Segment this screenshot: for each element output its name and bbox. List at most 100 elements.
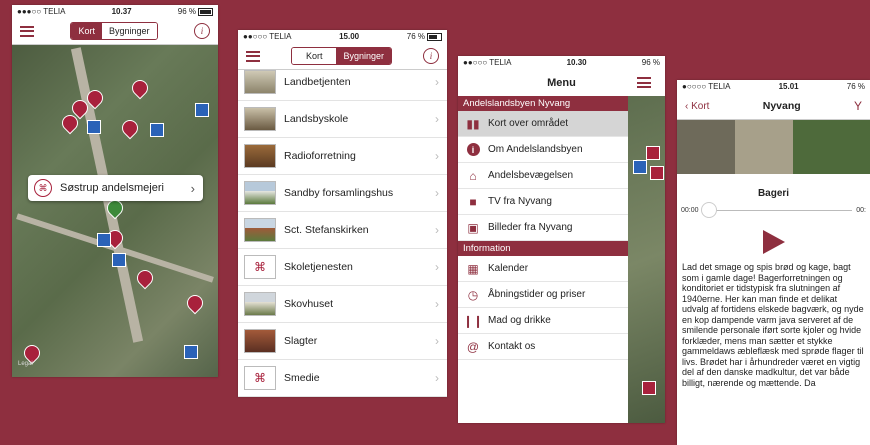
hamburger-menu-icon[interactable]	[20, 25, 34, 37]
map-pin[interactable]	[650, 166, 664, 180]
list-item-label: Skoletjenesten	[284, 261, 353, 273]
info-marker-icon[interactable]	[150, 123, 164, 137]
list-item[interactable]: Landsbyskole ›	[238, 101, 447, 138]
tab-buildings[interactable]: Bygninger	[101, 23, 157, 39]
map-view[interactable]: ⌘ Søstrup andelsmejeri › Legal	[12, 45, 218, 377]
list-item-label: Landbetjenten	[284, 76, 351, 88]
menu-title: Menu	[547, 76, 576, 89]
calendar-icon: ▦	[467, 261, 479, 276]
carrier: ●●○○○ TELIA	[463, 58, 512, 67]
logo-icon: ⌘	[244, 366, 276, 390]
list-item-label: Landsbyskole	[284, 113, 349, 125]
slider-knob[interactable]	[700, 202, 717, 218]
share-icon[interactable]: Y	[854, 99, 862, 113]
hamburger-menu-icon[interactable]	[637, 77, 651, 88]
tab-buildings[interactable]: Bygninger	[336, 48, 392, 64]
list-item-label: Smedie	[284, 372, 320, 384]
list-item[interactable]: Skovhuset ›	[238, 286, 447, 323]
menu-item-label: Andelsbevægelsen	[488, 170, 574, 181]
info-marker-icon[interactable]	[112, 253, 126, 267]
menu-item-label: TV fra Nyvang	[488, 196, 552, 207]
menu-item-map[interactable]: ▮▮ Kort over området	[458, 111, 628, 137]
list-item-label: Sct. Stefanskirken	[284, 224, 369, 236]
map-pin[interactable]	[646, 146, 660, 160]
map-pin[interactable]	[642, 381, 656, 395]
menu-item-hours[interactable]: ◷ Åbningstider og priser	[458, 282, 628, 308]
chevron-right-icon: ›	[435, 149, 439, 163]
map-pin[interactable]	[133, 266, 157, 290]
info-marker-icon[interactable]	[195, 103, 209, 117]
buildings-screen: ●●○○○ TELIA 15.00 76 % Kort Bygninger i …	[238, 30, 447, 397]
back-button[interactable]: ‹ Kort	[685, 101, 709, 112]
book-icon: ▮▮	[466, 116, 480, 131]
cutlery-icon: ❙❙	[462, 313, 484, 328]
thumbnail	[244, 70, 276, 94]
info-icon[interactable]: i	[422, 48, 439, 64]
battery-status: 76 %	[407, 32, 442, 41]
clock-icon: ◷	[467, 287, 479, 302]
chevron-right-icon: ›	[435, 186, 439, 200]
photo-strip[interactable]	[677, 120, 870, 174]
battery-status: 76 %	[847, 82, 865, 91]
menu-item-label: Kort over området	[488, 118, 569, 129]
chevron-right-icon: ›	[435, 334, 439, 348]
map-callout[interactable]: ⌘ Søstrup andelsmejeri ›	[28, 175, 203, 201]
battery-icon	[197, 7, 213, 16]
compass-icon[interactable]	[184, 345, 198, 359]
clock: 15.00	[339, 32, 360, 41]
menu-screen: ●●○○○ TELIA 10.30 96 % Menu Andelslandsb…	[458, 56, 665, 423]
menu-item-contact[interactable]: @ Kontakt os	[458, 334, 628, 360]
chevron-right-icon: ›	[435, 371, 439, 385]
list-item[interactable]: Slagter ›	[238, 323, 447, 360]
carrier: ●●●○○ TELIA	[17, 7, 66, 16]
clock: 10.37	[111, 7, 132, 16]
menu-item-movement[interactable]: ⌂ Andelsbevægelsen	[458, 163, 628, 189]
audio-slider[interactable]: 00:00 00:	[677, 202, 870, 218]
chevron-right-icon: ›	[435, 260, 439, 274]
list-item[interactable]: Sandby forsamlingshus ›	[238, 175, 447, 212]
map-pin[interactable]	[183, 291, 207, 315]
list-item[interactable]: Sct. Stefanskirken ›	[238, 212, 447, 249]
hamburger-menu-icon[interactable]	[246, 50, 260, 62]
thumbnail	[244, 144, 276, 168]
chevron-right-icon: ›	[435, 75, 439, 89]
page-title: Nyvang	[762, 100, 801, 112]
chevron-right-icon: ›	[435, 112, 439, 126]
list-item[interactable]: Radioforretning ›	[238, 138, 447, 175]
menu-item-food[interactable]: ❙❙ Mad og drikke	[458, 308, 628, 334]
info-marker-icon[interactable]	[633, 160, 647, 174]
back-label: Kort	[691, 100, 710, 112]
info-icon[interactable]: i	[193, 23, 210, 39]
menu-item-calendar[interactable]: ▦ Kalender	[458, 256, 628, 282]
menu-item-label: Billeder fra Nyvang	[488, 222, 573, 233]
menu-item-about[interactable]: i Om Andelslandsbyen	[458, 137, 628, 163]
house-icon: ⌂	[469, 168, 477, 183]
list-item-label: Slagter	[284, 335, 318, 347]
tab-map[interactable]: Kort	[71, 23, 102, 39]
picture-icon: ▣	[467, 220, 479, 235]
menu-item-tv[interactable]: ■ TV fra Nyvang	[458, 189, 628, 215]
info-marker-icon[interactable]	[87, 120, 101, 134]
list-item[interactable]: ⌘ Skoletjenesten ›	[238, 249, 447, 286]
map-pin[interactable]	[128, 76, 152, 100]
time-end: 00:	[856, 207, 866, 214]
list-item[interactable]: ⌘ Smedie ›	[238, 360, 447, 397]
tab-map[interactable]: Kort	[291, 48, 337, 64]
thumbnail	[244, 292, 276, 316]
clock: 10.30	[566, 58, 587, 67]
battery-text: 76 %	[406, 32, 425, 41]
battery-status: 96 %	[642, 58, 660, 67]
list-item-label: Radioforretning	[284, 150, 356, 162]
thumbnail	[244, 329, 276, 353]
info-icon: i	[466, 143, 480, 157]
map-peek[interactable]	[628, 96, 665, 423]
map-pin[interactable]	[118, 116, 142, 140]
nav-bar: Kort Bygninger i	[12, 18, 218, 45]
slider-track[interactable]	[700, 202, 853, 218]
info-marker-icon[interactable]	[97, 233, 111, 247]
menu-item-pictures[interactable]: ▣ Billeder fra Nyvang	[458, 215, 628, 241]
legal-link[interactable]: Legal	[18, 361, 33, 367]
play-icon[interactable]	[762, 230, 785, 254]
list-item[interactable]: Landbetjenten ›	[238, 64, 447, 101]
menu-item-label: Kalender	[488, 263, 529, 274]
